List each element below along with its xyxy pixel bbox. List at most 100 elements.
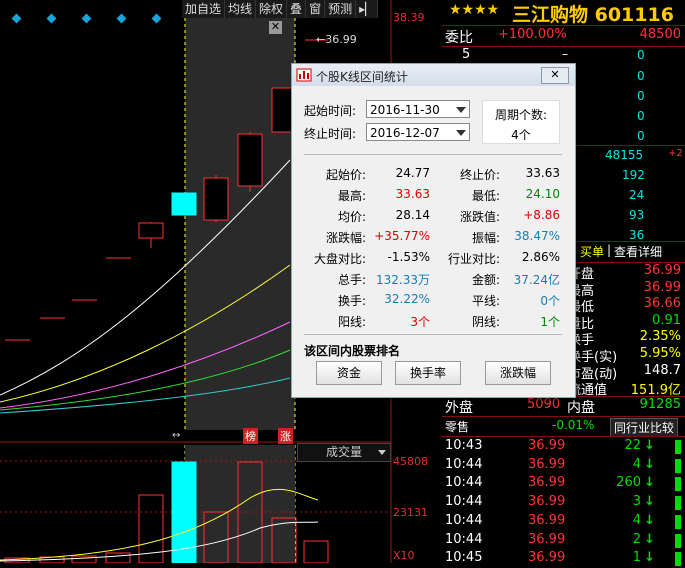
stat-value: +35.77% <box>374 229 430 243</box>
outer-label: 外盘 <box>445 400 473 416</box>
weibi-pct: +100.00% <box>498 27 567 42</box>
quote-field-value: 36.66 <box>643 296 681 312</box>
sector-change: -0.01% <box>552 418 595 432</box>
stat-label: 阴线: <box>471 315 500 329</box>
volume-bar <box>105 552 131 563</box>
price-marker-label: ←36.99 <box>316 33 357 46</box>
stat-value: 24.10 <box>525 187 560 201</box>
price-axis-top: 38.39 <box>393 11 425 24</box>
dialog-titlebar[interactable]: 个股K线区间统计 ✕ <box>292 64 575 86</box>
rating-stars: ★★★★ <box>449 2 500 18</box>
tick-price: 36.99 <box>528 456 566 472</box>
stat-value: +8.86 <box>523 208 560 222</box>
stat-label: 振幅: <box>471 231 500 245</box>
chevron-down-icon <box>456 130 466 136</box>
tick-bar-icon <box>675 477 681 492</box>
moving-average-button[interactable]: 均线 <box>225 0 257 18</box>
buy-orders-link[interactable]: 买单 <box>580 243 604 260</box>
window-button[interactable]: 窗 <box>306 0 326 18</box>
stat-value: 0个 <box>540 294 560 308</box>
view-detail-link[interactable]: 查看详细 <box>614 243 662 260</box>
stat-label: 行业对比: <box>447 252 500 266</box>
sector-row: 零售 -0.01% 同行业比较 <box>442 418 685 437</box>
order-value: 36 <box>629 228 645 242</box>
stat-label: 阳线: <box>337 315 366 329</box>
tick-bar-icon <box>675 458 681 473</box>
stat-label: 换手: <box>337 294 366 308</box>
add-watchlist-button[interactable]: 加自选 <box>182 0 226 18</box>
sector-compare-button[interactable]: 同行业比较 <box>610 418 679 437</box>
forecast-button[interactable]: 预测 <box>325 0 357 18</box>
chevron-down-icon <box>456 107 466 113</box>
ex-rights-button[interactable]: 除权 <box>256 0 288 18</box>
start-date-select[interactable]: 2016-11-30 <box>366 100 470 118</box>
volume-indicator-label: 成交量 <box>326 445 363 459</box>
tick-price: 36.99 <box>528 531 566 547</box>
stats-app-icon <box>296 68 312 82</box>
end-date-select[interactable]: 2016-12-07 <box>366 123 470 141</box>
rank-by-turnover-button[interactable]: 换手率 <box>395 361 461 385</box>
start-date-value: 2016-11-30 <box>370 103 440 117</box>
candle-up <box>138 222 164 239</box>
interval-drag-icon[interactable]: ↔ <box>172 430 180 441</box>
stock-title: 三江购物 601116 <box>512 4 674 26</box>
stat-label: 最高: <box>337 189 366 203</box>
close-icon[interactable]: ✕ <box>541 67 569 84</box>
book-zero: 0 <box>637 109 645 123</box>
limit-up-badge[interactable]: 涨 <box>278 428 293 444</box>
arrow-down-icon: ↓ <box>644 531 655 547</box>
quote-field-value: 0.91 <box>652 312 681 328</box>
tick-price: 36.99 <box>528 438 566 453</box>
tick-bar-icon <box>675 496 681 511</box>
rank-by-fund-button[interactable]: 资金 <box>316 361 382 385</box>
weibi-value: 48500 <box>639 27 681 42</box>
tick-row: 10:44 36.99 4 ↓ <box>442 513 685 531</box>
book-level: 5 <box>462 47 471 62</box>
stat-label: 平线: <box>471 294 500 308</box>
volume-axis-unit: X10 <box>393 549 415 562</box>
sector-label[interactable]: 零售 <box>445 418 469 435</box>
inner-outer-row: 外盘 5090 内盘 91285 <box>442 397 685 416</box>
book-zero: 0 <box>637 48 645 62</box>
period-count-box: 周期个数: 4个 <box>482 100 560 144</box>
weibi-row: 委比 +100.00% 48500 <box>442 27 685 46</box>
quote-field-value: 5.95% <box>639 346 681 361</box>
rank-badge[interactable]: 榜 <box>243 428 258 444</box>
stat-value: 24.77 <box>395 166 430 180</box>
tick-time: 10:44 <box>445 494 483 510</box>
tick-time: 10:44 <box>445 475 483 491</box>
close-interval-icon[interactable]: ✕ <box>269 21 282 34</box>
stat-label: 总手: <box>337 273 366 287</box>
order-value: 93 <box>629 208 645 222</box>
end-date-value: 2016-12-07 <box>370 126 440 140</box>
tick-row: 10:44 36.99 2 ↓ <box>442 532 685 550</box>
book-zero: 0 <box>637 89 645 103</box>
tick-row: 10:44 36.99 4 ↓ <box>442 457 685 475</box>
order-value: 192 <box>622 168 645 182</box>
volume-indicator-select[interactable]: 成交量 <box>297 443 391 462</box>
stat-label: 涨跌值: <box>459 210 500 224</box>
volume-axis-top: 45808 <box>393 455 428 468</box>
arrow-down-icon: ↓ <box>644 494 655 510</box>
dialog-title: 个股K线区间统计 <box>316 70 408 84</box>
event-marker <box>11 13 22 24</box>
tick-price: 36.99 <box>528 512 566 528</box>
volume-axis-mid: 23131 <box>393 506 428 519</box>
stat-value: 33.63 <box>525 166 560 180</box>
arrow-down-icon: ↓ <box>644 438 655 453</box>
stat-value: 3个 <box>410 315 430 329</box>
stat-value: 33.63 <box>395 187 430 201</box>
tick-bar-icon <box>675 514 681 529</box>
event-marker <box>116 13 127 24</box>
overlay-button[interactable]: 叠 <box>287 0 307 18</box>
expand-arrow-icon[interactable]: ▸▏ <box>356 0 379 18</box>
rank-by-change-button[interactable]: 涨跌幅 <box>485 361 551 385</box>
chart-toolbar: 加自选 均线 除权 叠 窗 预测 ▸▏ <box>182 0 379 18</box>
tick-time: 10:44 <box>445 531 483 547</box>
tick-volume: 4 <box>632 512 641 528</box>
book-zero: 0 <box>637 129 645 143</box>
stat-value: 1个 <box>540 315 560 329</box>
stat-value: -1.53% <box>387 250 430 264</box>
tick-volume: 3 <box>632 494 641 510</box>
order-value: 24 <box>629 188 645 202</box>
